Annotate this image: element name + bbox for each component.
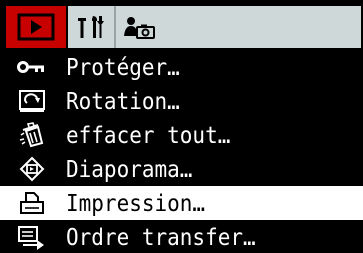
tools-icon [74,12,108,42]
menu-item-transfer-order[interactable]: Ordre transfer… [0,220,363,253]
menu-tab-bar [0,0,363,50]
rotate-icon [12,86,52,116]
transfer-icon [12,222,52,252]
person-camera-icon [120,12,158,42]
menu-item-label: effacer tout… [66,121,231,149]
playback-menu-list: Protéger… Rotation… effacer tout… Diapor… [0,50,363,253]
menu-item-rotate[interactable]: Rotation… [0,84,363,118]
camera-menu-screen: Protéger… Rotation… effacer tout… Diapor… [0,0,363,253]
menu-item-protect[interactable]: Protéger… [0,50,363,84]
tab-bar-filler [161,6,361,48]
slideshow-icon [12,154,52,184]
key-icon [12,52,52,82]
print-icon [12,188,52,218]
menu-item-label: Ordre transfer… [66,223,256,251]
tab-playback[interactable] [6,6,66,48]
menu-item-label: Protéger… [66,53,180,81]
menu-item-label: Rotation… [66,87,180,115]
menu-item-label: Diaporama… [66,155,193,183]
tab-my-camera[interactable] [114,6,161,48]
trash-icon [12,120,52,150]
menu-item-print[interactable]: Impression… [0,186,363,220]
menu-item-erase-all[interactable]: effacer tout… [0,118,363,152]
menu-item-label: Impression… [66,189,206,217]
tab-setup[interactable] [68,6,114,48]
menu-item-slideshow[interactable]: Diaporama… [0,152,363,186]
playback-icon [16,12,56,42]
